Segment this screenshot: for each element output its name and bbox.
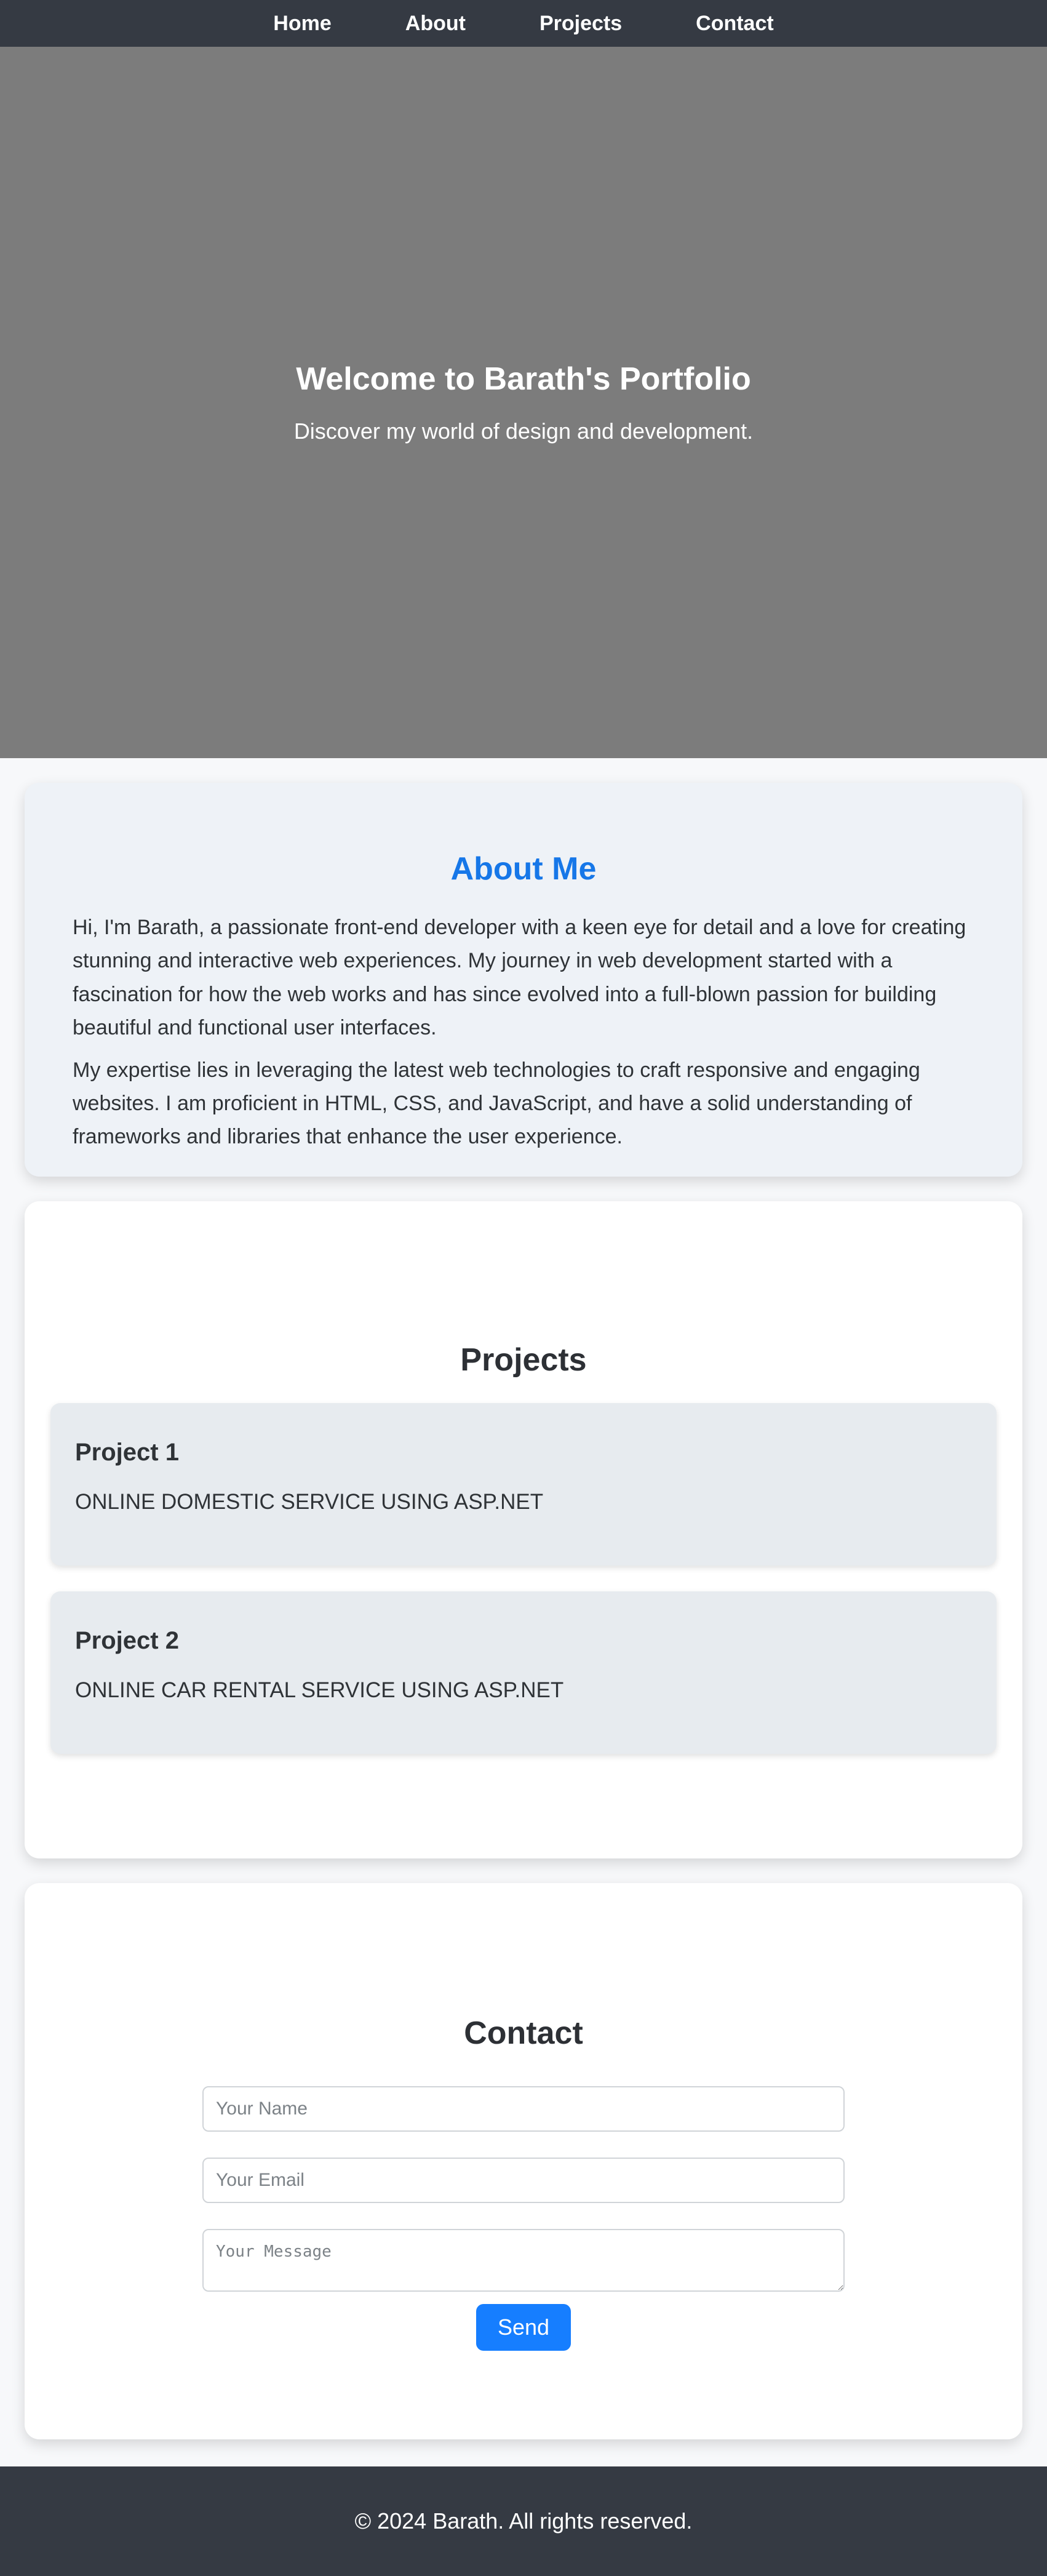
send-button[interactable]: Send xyxy=(476,2304,571,2351)
message-textarea[interactable] xyxy=(202,2229,845,2292)
contact-section: Contact Send xyxy=(25,1883,1022,2439)
project-card-1: Project 1 ONLINE DOMESTIC SERVICE USING … xyxy=(50,1403,997,1566)
hero-section: Welcome to Barath's Portfolio Discover m… xyxy=(0,47,1047,758)
project-description-1: ONLINE DOMESTIC SERVICE USING ASP.NET xyxy=(75,1490,544,1514)
footer-copyright: © 2024 Barath. All rights reserved. xyxy=(354,2508,693,2534)
nav-item-home: Home xyxy=(273,12,331,36)
email-input[interactable] xyxy=(202,2158,845,2203)
about-section: About Me Hi, I'm Barath, a passionate fr… xyxy=(25,783,1022,1177)
nav-link-about[interactable]: About xyxy=(405,12,466,35)
contact-title: Contact xyxy=(464,2015,583,2051)
nav-link-projects[interactable]: Projects xyxy=(539,12,622,35)
about-title: About Me xyxy=(450,851,597,887)
projects-section: Projects Project 1 ONLINE DOMESTIC SERVI… xyxy=(25,1201,1022,1858)
contact-form: Send xyxy=(25,2086,1022,2351)
project-title-2: Project 2 xyxy=(75,1627,179,1654)
project-card-2: Project 2 ONLINE CAR RENTAL SERVICE USIN… xyxy=(50,1591,997,1754)
hero-subtitle: Discover my world of design and developm… xyxy=(293,418,754,444)
projects-title: Projects xyxy=(460,1342,587,1378)
name-input[interactable] xyxy=(202,2086,845,2132)
hero-title: Welcome to Barath's Portfolio xyxy=(296,361,751,397)
about-paragraph-1: Hi, I'm Barath, a passionate front-end d… xyxy=(73,916,966,1040)
project-description-2: ONLINE CAR RENTAL SERVICE USING ASP.NET xyxy=(75,1678,564,1702)
about-paragraph-2: My expertise lies in leveraging the late… xyxy=(73,1058,920,1149)
top-navbar: Home About Projects Contact xyxy=(0,0,1047,47)
project-title-1: Project 1 xyxy=(75,1439,179,1466)
footer: © 2024 Barath. All rights reserved. xyxy=(0,2466,1047,2576)
nav-link-home[interactable]: Home xyxy=(273,12,331,35)
nav-item-projects: Projects xyxy=(539,12,622,36)
nav-item-about: About xyxy=(405,12,466,36)
nav-link-contact[interactable]: Contact xyxy=(696,12,774,35)
nav-list: Home About Projects Contact xyxy=(273,12,773,36)
nav-item-contact: Contact xyxy=(696,12,774,36)
